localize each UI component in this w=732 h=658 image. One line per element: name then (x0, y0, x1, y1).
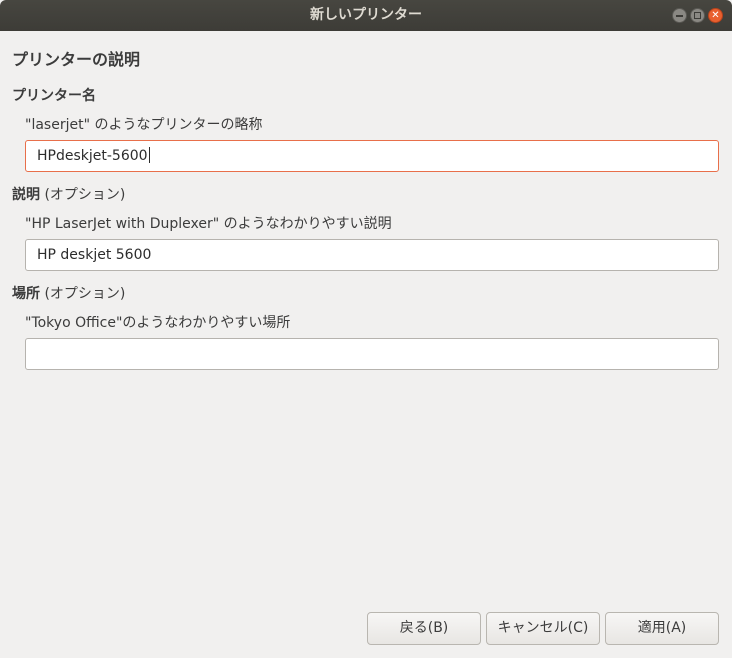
description-label: 説明 (オプション) (12, 184, 125, 204)
page-title: プリンターの説明 (12, 50, 141, 69)
apply-button[interactable]: 適用(A) (605, 612, 719, 645)
description-label-main: 説明 (12, 187, 40, 203)
description-value: HP deskjet 5600 (37, 247, 152, 263)
location-label: 場所 (オプション) (12, 283, 125, 303)
description-hint: "HP LaserJet with Duplexer" のようなわかりやすい説明 (25, 216, 392, 232)
printer-name-hint: "laserjet" のようなプリンターの略称 (25, 117, 263, 133)
printer-name-input[interactable]: HPdeskjet-5600 (25, 140, 719, 172)
location-label-main: 場所 (12, 286, 40, 302)
text-caret (148, 147, 150, 163)
printer-name-value: HPdeskjet-5600 (37, 148, 148, 164)
cancel-button[interactable]: キャンセル(C) (486, 612, 600, 645)
minimize-icon (673, 9, 686, 22)
maximize-button[interactable] (690, 8, 705, 23)
printer-name-label: プリンター名 (12, 85, 96, 105)
title-bar[interactable]: 新しいプリンター ✕ (0, 0, 732, 31)
new-printer-dialog: 新しいプリンター ✕ プリンターの説明 プリンター名 "laserjet" のよ… (0, 0, 732, 658)
location-hint: "Tokyo Office"のようなわかりやすい場所 (25, 315, 291, 331)
description-label-optional: (オプション) (40, 187, 126, 203)
description-input[interactable]: HP deskjet 5600 (25, 239, 719, 271)
maximize-icon (691, 9, 704, 22)
location-label-optional: (オプション) (40, 286, 126, 302)
window-title: 新しいプリンター (310, 7, 422, 23)
location-input[interactable] (25, 338, 719, 370)
close-icon: ✕ (711, 9, 720, 21)
printer-name-label-text: プリンター名 (12, 88, 96, 104)
close-button[interactable]: ✕ (708, 8, 723, 23)
minimize-button[interactable] (672, 8, 687, 23)
back-button[interactable]: 戻る(B) (367, 612, 481, 645)
